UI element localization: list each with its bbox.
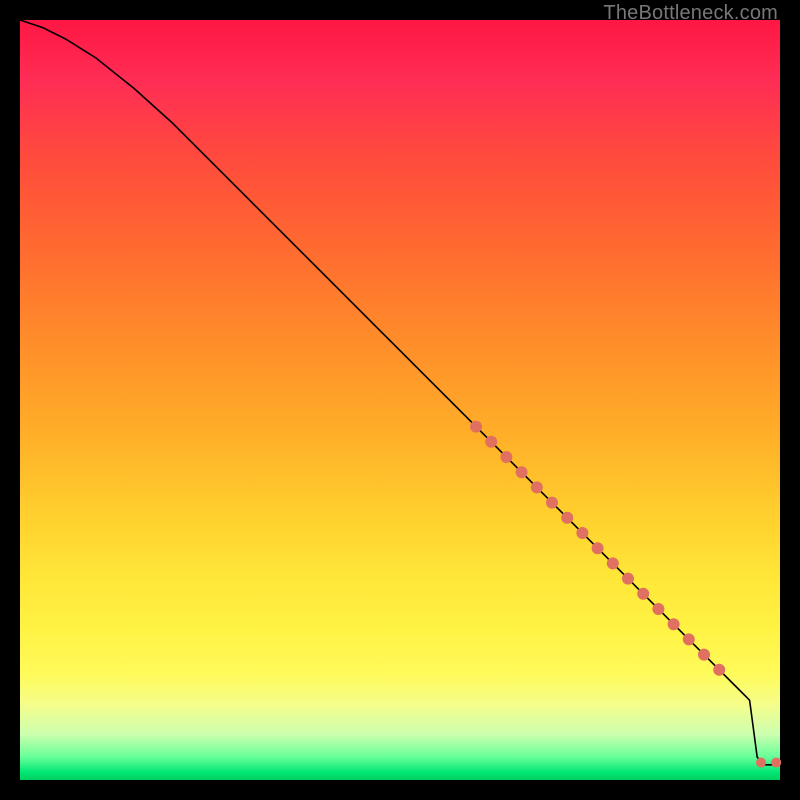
plot-area bbox=[20, 20, 780, 780]
data-point bbox=[470, 421, 482, 433]
data-point bbox=[561, 512, 573, 524]
data-point bbox=[683, 633, 695, 645]
data-point bbox=[607, 557, 619, 569]
data-point bbox=[698, 649, 710, 661]
data-point bbox=[592, 542, 604, 554]
data-point bbox=[576, 527, 588, 539]
data-point bbox=[713, 664, 725, 676]
data-point bbox=[637, 588, 649, 600]
curve-layer bbox=[20, 20, 780, 780]
data-point bbox=[531, 481, 543, 493]
data-point bbox=[516, 466, 528, 478]
data-point bbox=[756, 758, 766, 768]
data-point bbox=[771, 758, 781, 768]
chart-frame: TheBottleneck.com bbox=[0, 0, 800, 800]
watermark-text: TheBottleneck.com bbox=[603, 2, 778, 25]
data-point bbox=[652, 603, 664, 615]
main-curve bbox=[20, 20, 780, 765]
highlight-points bbox=[470, 421, 781, 768]
data-point bbox=[500, 451, 512, 463]
data-point bbox=[485, 436, 497, 448]
data-point bbox=[668, 618, 680, 630]
data-point bbox=[622, 573, 634, 585]
data-point bbox=[546, 497, 558, 509]
